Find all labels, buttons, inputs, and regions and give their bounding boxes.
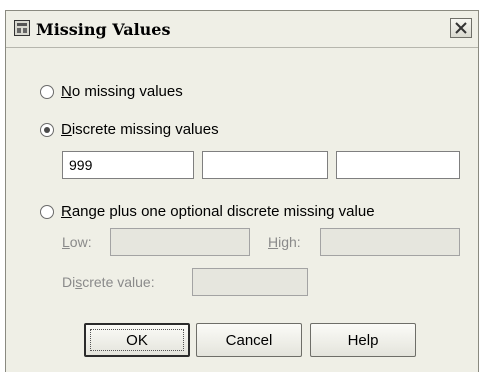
discrete-value-1-field[interactable]	[62, 151, 194, 179]
discrete-value-2-field[interactable]	[202, 151, 328, 179]
low-label: Low:	[62, 234, 92, 250]
discrete-missing-values-option[interactable]: Discrete missing values	[40, 121, 219, 138]
discrete-missing-values-radio[interactable]	[40, 122, 54, 137]
no-missing-values-option[interactable]: No missing values	[40, 83, 183, 100]
discrete-value-label: Discrete value:	[62, 274, 155, 290]
ok-button[interactable]: OK	[84, 323, 190, 357]
discrete-value-3-field[interactable]	[336, 151, 460, 179]
help-button[interactable]: Help	[310, 323, 416, 357]
high-label: High:	[268, 234, 301, 250]
range-option[interactable]: Range plus one optional discrete missing…	[40, 203, 375, 220]
close-icon	[455, 22, 467, 34]
cancel-label: Cancel	[225, 331, 273, 349]
help-label: Help	[347, 331, 379, 349]
close-button[interactable]	[450, 18, 472, 38]
discrete-missing-values-label: Discrete missing values	[61, 121, 219, 138]
no-missing-values-label: No missing values	[61, 83, 183, 100]
low-field[interactable]	[110, 228, 250, 256]
title-bar[interactable]: Missing Values	[6, 11, 478, 48]
high-field[interactable]	[320, 228, 460, 256]
discrete-value-field[interactable]	[192, 268, 308, 296]
cancel-button[interactable]: Cancel	[196, 323, 302, 357]
range-label: Range plus one optional discrete missing…	[61, 203, 375, 220]
range-radio[interactable]	[40, 204, 54, 219]
spss-dialog-icon	[14, 20, 30, 36]
missing-values-dialog: Missing Values No missing values Discret…	[5, 10, 479, 372]
focus-ring	[90, 329, 184, 351]
no-missing-values-radio[interactable]	[40, 84, 54, 99]
window-title: Missing Values	[36, 20, 171, 39]
